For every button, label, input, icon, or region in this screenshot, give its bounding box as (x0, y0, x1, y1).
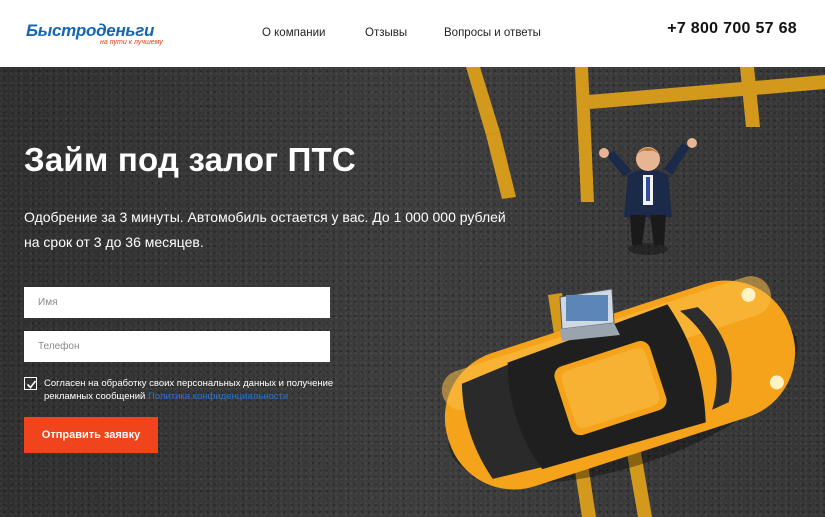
hero-section: Займ под залог ПТС Одобрение за 3 минуты… (0, 67, 825, 517)
submit-button[interactable]: Отправить заявку (24, 417, 158, 453)
logo[interactable]: Быстроденьги на пути к лучшему (26, 21, 163, 47)
car-icon (441, 276, 798, 490)
consent-label: Согласен на обработку своих персональных… (44, 377, 344, 403)
nav-item-faq[interactable]: Вопросы и ответы (444, 27, 541, 39)
page-subtitle: Одобрение за 3 минуты. Автомобиль остает… (24, 209, 506, 250)
businessman-icon (599, 138, 697, 255)
site-header: Быстроденьги на пути к лучшему О компани… (0, 0, 825, 67)
checkmark-icon (26, 380, 37, 389)
nav-item-reviews[interactable]: Отзывы (365, 27, 407, 39)
name-input[interactable] (24, 287, 330, 318)
phone-number[interactable]: +7 800 700 57 68 (667, 20, 797, 38)
page-title: Займ под залог ПТС (24, 141, 356, 178)
logo-text: Быстроденьги (26, 21, 155, 40)
nav-item-about[interactable]: О компании (262, 27, 325, 39)
privacy-policy-link[interactable]: Политика конфиденциальности (148, 391, 288, 402)
logo-tagline: на пути к лучшему (100, 39, 163, 46)
consent-checkbox[interactable] (24, 377, 37, 390)
laptop-icon (559, 288, 620, 341)
phone-input[interactable] (24, 331, 330, 362)
